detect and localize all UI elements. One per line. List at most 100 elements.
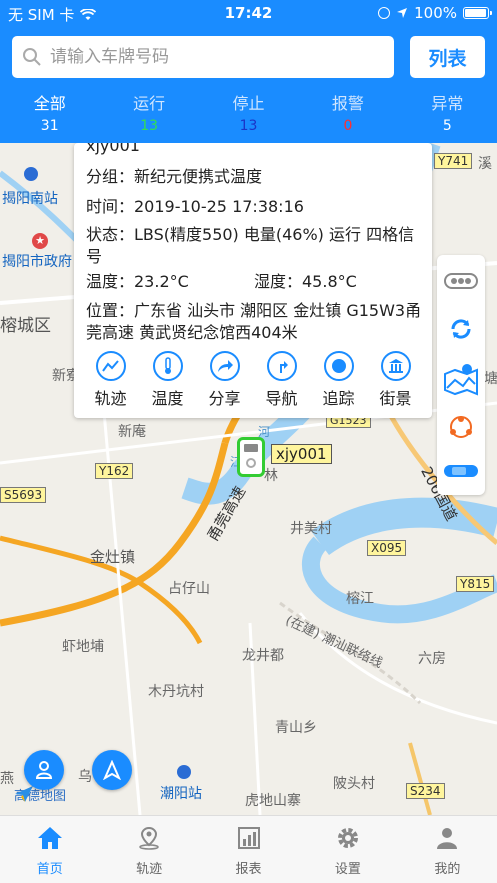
share-group-button[interactable] — [437, 407, 485, 447]
nav-settings[interactable]: 设置 — [298, 816, 397, 883]
status-bar: 无 SIM 卡 17:42 100% — [0, 0, 497, 26]
traffic-toggle[interactable] — [437, 261, 485, 301]
traffic-icon — [444, 273, 478, 289]
share-icon — [217, 360, 233, 372]
user-location-button[interactable] — [24, 750, 64, 790]
map-label-xinan: 新庵 — [118, 424, 146, 440]
bottom-navigation: 首页 轨迹 报表 设置 我的 — [0, 815, 497, 883]
map-toolbar — [437, 255, 485, 495]
list-button[interactable]: 列表 — [410, 36, 485, 78]
map-label-zhanziashan: 占仔山 — [168, 581, 210, 597]
nav-report[interactable]: 报表 — [199, 816, 298, 883]
tab-stopped[interactable]: 停止 13 — [199, 92, 298, 140]
locate-button[interactable] — [92, 750, 132, 790]
tab-label: 停止 — [232, 94, 265, 113]
tab-count: 5 — [442, 118, 452, 134]
nav-label: 轨迹 — [136, 862, 163, 877]
action-share[interactable]: 分享 — [196, 351, 253, 409]
map-label-rongcheng: 榕城区 — [0, 316, 51, 336]
action-label: 温度 — [151, 389, 184, 408]
navigation-icon — [279, 361, 288, 373]
tab-count: 31 — [40, 118, 59, 134]
tab-running[interactable]: 运行 13 — [99, 92, 198, 140]
map-label-jieyang-gov: 揭阳市政府 — [2, 254, 72, 270]
nav-label: 首页 — [36, 862, 63, 877]
vehicle-marker[interactable] — [237, 437, 265, 477]
action-track[interactable]: 轨迹 — [82, 351, 139, 409]
map-label-jingmei: 井美村 — [290, 521, 332, 537]
track-icon — [101, 360, 119, 372]
settings-icon — [337, 828, 358, 848]
map-label-wu: 乌 — [78, 769, 92, 785]
share-group-icon — [450, 416, 472, 438]
tab-all[interactable]: 全部 31 — [0, 92, 99, 140]
action-label: 追踪 — [322, 389, 355, 408]
map-label-mudankeng: 木丹坑村 — [148, 684, 204, 700]
station-pin-icon — [177, 765, 191, 779]
vehicle-label[interactable]: xjy001 — [271, 444, 332, 464]
battery-percent: 100% — [414, 4, 457, 22]
tracking-icon — [331, 359, 346, 373]
nav-label: 设置 — [334, 862, 361, 877]
action-navigate[interactable]: 导航 — [253, 351, 310, 409]
device-button-icon — [246, 458, 256, 468]
car-icon — [444, 465, 478, 477]
map-label-chaoyang-station: 潮阳站 — [160, 786, 202, 802]
popup-location: 位置：广东省 汕头市 潮阳区 金灶镇 G15W3甬莞高速 黄武贤纪念馆西404米 — [86, 301, 422, 342]
search-input[interactable] — [50, 47, 370, 67]
street-view-icon — [388, 359, 403, 373]
battery-icon — [463, 7, 492, 19]
map-label-tang2: 溪 — [478, 156, 492, 172]
nav-label: 报表 — [235, 862, 262, 877]
thermometer-icon — [164, 357, 171, 374]
station-pin-icon — [24, 167, 38, 181]
government-star-icon: ★ — [32, 233, 48, 249]
map-label-liuping: 六房 — [418, 651, 446, 667]
action-label: 导航 — [265, 389, 298, 408]
road-tag-s5693: S5693 — [0, 487, 47, 503]
map-label-qingshan: 青山乡 — [275, 720, 317, 736]
popup-time: 时间：2019-10-25 17:38:16 — [86, 197, 304, 216]
tab-label: 全部 — [33, 94, 66, 113]
map-label-longjingdu: 龙井都 — [242, 648, 284, 664]
map-label-rongjiang: 榕江 — [346, 591, 374, 607]
popup-status: 状态：LBS(精度550) 电量(46%) 运行 四格信号 — [86, 225, 415, 266]
action-label: 分享 — [208, 389, 241, 408]
map-label-ditou: 陂头村 — [333, 776, 375, 792]
home-icon — [37, 827, 62, 849]
nav-label: 我的 — [434, 862, 461, 877]
map-label-xiadipu: 虾地埔 — [62, 639, 104, 655]
vehicle-view-button[interactable] — [437, 451, 485, 491]
map-layer-button[interactable] — [437, 357, 485, 401]
status-tabs: 全部 31 运行 13 停止 13 报警 0 异常 5 — [0, 92, 497, 140]
nav-profile[interactable]: 我的 — [398, 816, 497, 883]
map-label-huditou: 虎地山寨 — [245, 793, 301, 809]
amap-logo-icon — [15, 786, 33, 802]
tab-label: 运行 — [133, 94, 166, 113]
popup-humidity: 湿度：45.8°C — [254, 272, 357, 291]
action-tracking[interactable]: 追踪 — [310, 351, 367, 409]
location-arrow-icon — [397, 8, 408, 18]
map-label-yan: 燕 — [0, 771, 14, 787]
road-tag-y741: Y741 — [434, 153, 473, 169]
profile-icon — [437, 828, 458, 849]
tab-abnormal[interactable]: 异常 5 — [398, 92, 497, 140]
nav-home[interactable]: 首页 — [0, 816, 99, 883]
tab-count: 13 — [239, 118, 258, 134]
road-tag-s234: S234 — [406, 783, 445, 799]
action-temperature[interactable]: 温度 — [139, 351, 196, 409]
search-box[interactable] — [12, 36, 394, 78]
tab-count: 13 — [140, 118, 159, 134]
road-tag-x095: X095 — [367, 540, 407, 556]
tab-alarm[interactable]: 报警 0 — [298, 92, 397, 140]
action-label: 街景 — [379, 389, 412, 408]
action-street-view[interactable]: 街景 — [367, 351, 424, 409]
report-icon — [237, 827, 260, 849]
map-label-lin: 林 — [264, 468, 278, 484]
road-tag-y162: Y162 — [95, 463, 134, 479]
tab-label: 异常 — [431, 94, 464, 113]
refresh-button[interactable] — [437, 309, 485, 349]
nav-track[interactable]: 轨迹 — [99, 816, 198, 883]
vehicle-info-popup: xjy001 分组：新纪元便携式温度 时间：2019-10-25 17:38:1… — [74, 136, 432, 418]
popup-group: 分组：新纪元便携式温度 — [86, 167, 263, 186]
